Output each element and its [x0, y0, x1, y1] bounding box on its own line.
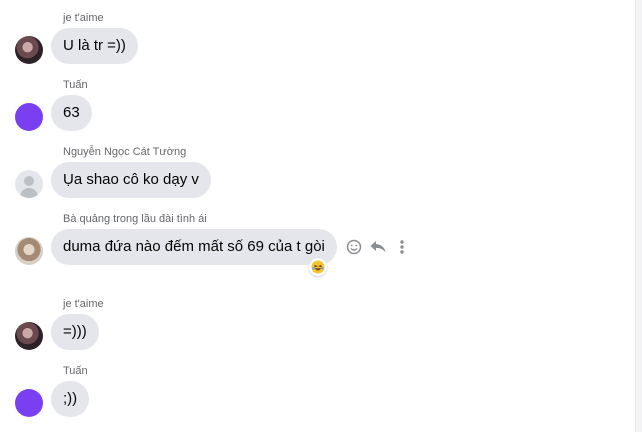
message-bubble[interactable]: ;)) [51, 381, 90, 417]
react-smiley-icon[interactable] [344, 237, 364, 257]
avatar[interactable] [15, 322, 43, 350]
sender-name: Nguyễn Ngọc Cát Tường [63, 146, 187, 158]
avatar[interactable] [15, 103, 43, 131]
message-bubble[interactable]: duma đứa nào đếm mất số 69 của t gòi [51, 229, 337, 265]
more-icon[interactable] [392, 237, 412, 257]
message-bubble[interactable]: 63 [51, 95, 92, 131]
message-bubble[interactable]: U là tr =)) [51, 28, 138, 64]
avatar[interactable] [15, 36, 43, 64]
chat-thread: je t'aime U là tr =)) Tuấn 63 Nguyễn Ngọ… [0, 0, 636, 432]
laughing-emoji-reaction[interactable] [309, 258, 327, 276]
avatar[interactable] [15, 237, 43, 265]
sender-name: je t'aime [63, 298, 104, 310]
sender-name: Tuấn [63, 79, 88, 91]
message-bubble[interactable]: =))) [51, 314, 99, 350]
message-bubble[interactable]: Ụa shao cô ko dạy v [51, 162, 211, 198]
avatar[interactable] [15, 170, 43, 198]
scrollbar[interactable] [635, 0, 642, 432]
reply-icon[interactable] [368, 237, 388, 257]
avatar[interactable] [15, 389, 43, 417]
laughing-emoji-icon [311, 260, 325, 274]
sender-name: je t'aime [63, 12, 104, 24]
message-actions [344, 237, 416, 257]
default-profile-icon [24, 176, 34, 186]
sender-name: Tuấn [63, 365, 88, 377]
sender-name: Bà quảng trong lầu đài tình ái [63, 213, 207, 225]
